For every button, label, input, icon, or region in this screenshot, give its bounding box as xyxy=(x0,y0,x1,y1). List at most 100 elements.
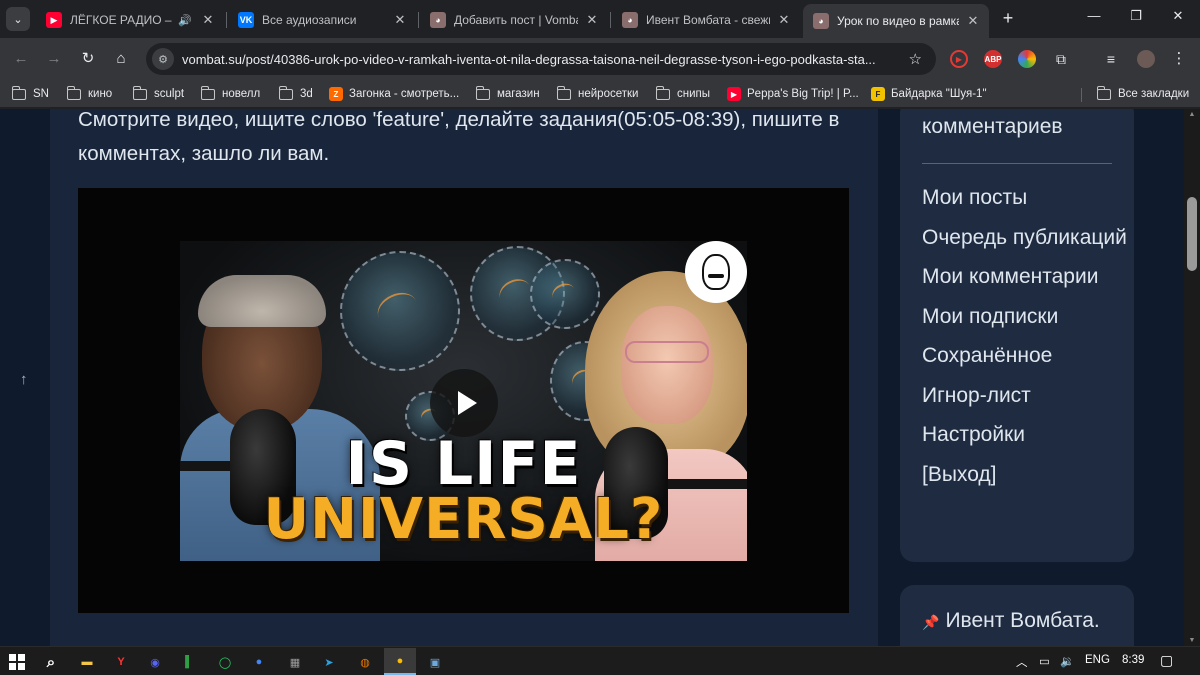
bookmark-folder-magazin[interactable]: магазин xyxy=(475,85,540,103)
bookmark-folder-sculpt[interactable]: sculpt xyxy=(132,85,184,103)
address-bar[interactable]: ⚙ vombat.su/post/40386-urok-po-video-v-r… xyxy=(146,43,936,75)
color-extension-icon[interactable] xyxy=(1018,50,1036,68)
home-button[interactable]: ⌂ xyxy=(110,48,132,70)
tab-separator xyxy=(226,12,227,28)
volume-icon[interactable]: 🔉 xyxy=(1060,654,1074,668)
play-button[interactable] xyxy=(430,369,498,437)
calculator-icon[interactable]: ▦ xyxy=(284,651,306,673)
play-icon xyxy=(457,391,477,415)
sidebar-links: Мои посты Очередь публикаций Мои коммент… xyxy=(922,181,1127,497)
file-explorer-icon[interactable]: ▬ xyxy=(76,651,98,673)
tab-3[interactable]: ◕ Ивент Вомбата - свежи ✕ xyxy=(612,4,800,36)
folder-icon xyxy=(132,85,147,100)
network-icon[interactable]: ▭ xyxy=(1039,654,1050,668)
youtube-icon: ▶ xyxy=(727,87,741,101)
scroll-down-arrow-icon[interactable]: ▼ xyxy=(1184,637,1200,644)
app-green-icon[interactable]: ▌ xyxy=(178,651,200,673)
language-indicator[interactable]: ENG xyxy=(1085,654,1110,666)
record-extension-icon[interactable]: ▶ xyxy=(950,50,968,68)
windows-logo-icon xyxy=(9,654,25,670)
bookmark-folder-sn[interactable]: SN xyxy=(11,85,49,103)
tab-2[interactable]: ◕ Добавить пост | Vombat ✕ xyxy=(420,4,608,36)
tab-0[interactable]: ▶ ЛЁГКОЕ РАДИО – сл 🔊 ✕ xyxy=(36,4,224,36)
bookmark-peppa[interactable]: ▶ Peppa's Big Trip! | P... xyxy=(727,85,859,103)
bookmarks-bar: SN кино sculpt новелл 3d Z Загонка - смот… xyxy=(0,80,1200,108)
sidebar-link-logout[interactable]: [Выход] xyxy=(922,458,1127,492)
sidebar-heading[interactable]: комментариев xyxy=(922,115,1063,139)
browser-toolbar: ← → ↻ ⌂ ⚙ vombat.su/post/40386-urok-po-v… xyxy=(0,38,1200,80)
tab-separator xyxy=(610,12,611,28)
all-bookmarks-button[interactable]: Все закладки xyxy=(1096,85,1190,103)
restore-button[interactable]: ❐ xyxy=(1126,8,1146,24)
search-icon[interactable]: ⌕ xyxy=(40,651,62,673)
notifications-icon[interactable]: ▢ xyxy=(1160,652,1173,669)
bookmark-label: 3d xyxy=(300,88,313,100)
bookmark-folder-novell[interactable]: новелл xyxy=(200,85,260,103)
close-icon[interactable]: ✕ xyxy=(200,12,216,28)
sidebar-link-saved[interactable]: Сохранённое xyxy=(922,339,1127,373)
bookmark-folder-kino[interactable]: кино xyxy=(66,85,112,103)
bookmark-folder-snipy[interactable]: снипы xyxy=(655,85,710,103)
bookmark-label: Все закладки xyxy=(1118,88,1190,100)
bookmark-label: магазин xyxy=(497,88,540,100)
bookmark-baidarka[interactable]: F Байдарка "Шуя-1" xyxy=(871,85,987,103)
scrollbar-thumb[interactable] xyxy=(1187,197,1197,271)
folder-icon xyxy=(475,85,490,100)
tab-title: Все аудиозаписи xyxy=(262,13,357,27)
folder-icon xyxy=(200,85,215,100)
close-icon[interactable]: ✕ xyxy=(965,13,981,29)
sidebar-link-my-comments[interactable]: Мои комментарии xyxy=(922,260,1127,294)
tab-1[interactable]: VK Все аудиозаписи ✕ xyxy=(228,4,416,36)
scroll-up-arrow-icon[interactable]: ▲ xyxy=(1184,111,1200,118)
tab-4-active[interactable]: ◕ Урок по видео в рамках ✕ xyxy=(803,4,989,38)
close-icon[interactable]: ✕ xyxy=(776,12,792,28)
url-text[interactable]: vombat.su/post/40386-urok-po-video-v-ram… xyxy=(182,52,892,67)
blender-icon[interactable]: ◍ xyxy=(354,651,376,673)
sidebar-link-settings[interactable]: Настройки xyxy=(922,418,1127,452)
start-button[interactable] xyxy=(6,651,28,673)
tab-title: Ивент Вомбата - свежи xyxy=(646,13,770,27)
sidebar-link-subscriptions[interactable]: Мои подписки xyxy=(922,300,1127,334)
chrome-icon[interactable]: ● xyxy=(384,648,416,675)
page-scrollbar[interactable]: ▲ ▼ xyxy=(1184,109,1200,646)
video-player[interactable]: IS LIFE UNIVERSAL? xyxy=(78,188,849,613)
tray-chevron-up-icon[interactable]: ︿ xyxy=(1016,654,1028,670)
photos-icon[interactable]: ▣ xyxy=(424,651,446,673)
chevron-down-icon: ⌄ xyxy=(13,13,23,26)
tab-title: Урок по видео в рамках xyxy=(837,14,959,28)
bookmark-folder-neiroseti[interactable]: нейросетки xyxy=(556,85,638,103)
sidebar-link-queue[interactable]: Очередь публикаций xyxy=(922,221,1127,255)
host-hair xyxy=(198,275,326,327)
telegram-icon[interactable]: ➤ xyxy=(318,651,340,673)
close-icon[interactable]: ✕ xyxy=(392,12,408,28)
profile-avatar[interactable] xyxy=(1137,50,1155,68)
minimize-button[interactable]: — xyxy=(1084,8,1104,23)
media-controls-icon[interactable]: ≡ xyxy=(1100,48,1122,70)
close-window-button[interactable]: ✕ xyxy=(1168,8,1188,24)
new-tab-button[interactable]: + xyxy=(997,8,1019,29)
whatsapp-icon[interactable]: ◯ xyxy=(214,651,236,673)
extensions-puzzle-icon[interactable]: ⧉ xyxy=(1050,48,1072,70)
sidebar-link-ignore-list[interactable]: Игнор-лист xyxy=(922,379,1127,413)
sidebar-link-my-posts[interactable]: Мои посты xyxy=(922,181,1127,215)
yandex-browser-icon[interactable]: Y xyxy=(110,651,132,673)
browser-menu-icon[interactable]: ⋮ xyxy=(1168,48,1190,70)
pinned-event-link[interactable]: 📌 Ивент Вомбата. xyxy=(922,609,1100,633)
forward-button[interactable]: → xyxy=(43,48,65,70)
close-icon[interactable]: ✕ xyxy=(584,12,600,28)
bookmark-zagonka[interactable]: Z Загонка - смотреть... xyxy=(329,85,459,103)
adblock-plus-icon[interactable]: ABP xyxy=(984,50,1002,68)
tab-search-button[interactable]: ⌄ xyxy=(6,7,30,31)
bookmark-folder-3d[interactable]: 3d xyxy=(278,85,313,103)
bookmark-star-icon[interactable]: ☆ xyxy=(909,50,922,68)
back-button[interactable]: ← xyxy=(10,48,32,70)
chrome-blue-icon[interactable]: ● xyxy=(248,651,270,673)
reload-button[interactable]: ↻ xyxy=(77,48,99,70)
clock[interactable]: 8:39 xyxy=(1122,654,1144,666)
discord-icon[interactable]: ◉ xyxy=(144,651,166,673)
speaker-icon[interactable]: 🔊 xyxy=(178,14,194,27)
scroll-to-top-arrow-icon[interactable]: ↑ xyxy=(20,371,28,388)
tab-title: ЛЁГКОЕ РАДИО – сл xyxy=(70,13,174,27)
tab-separator xyxy=(418,12,419,28)
site-settings-icon[interactable]: ⚙ xyxy=(152,48,174,70)
